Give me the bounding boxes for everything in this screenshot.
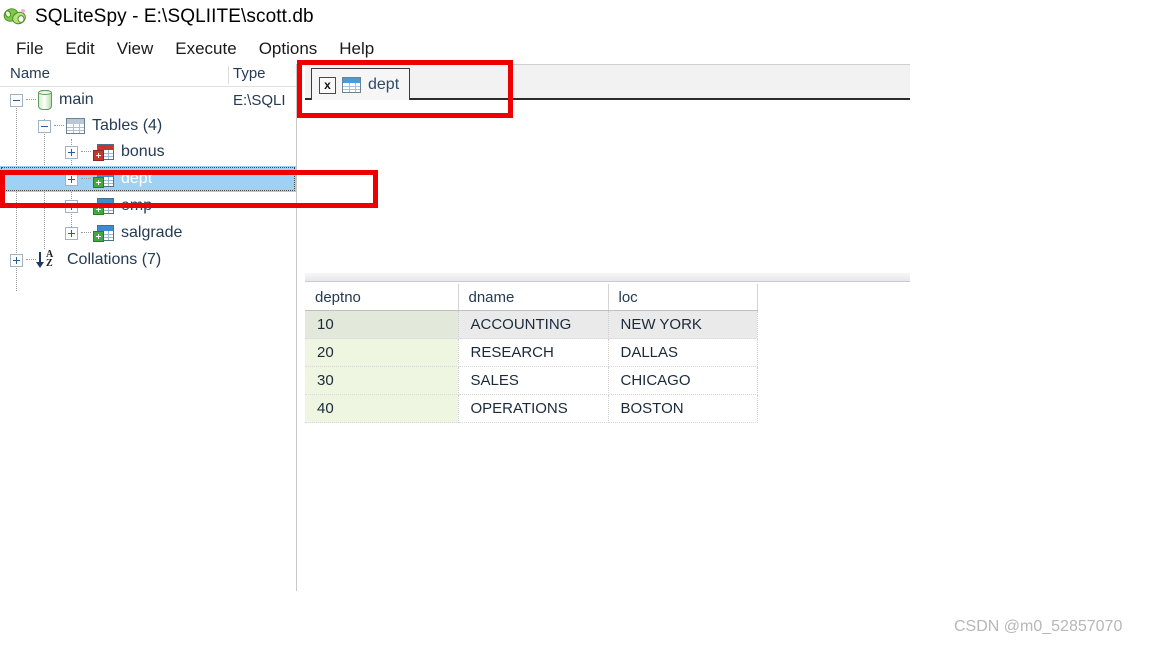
tree-node-label: salgrade (121, 224, 183, 241)
tree-node-label: main (59, 91, 94, 108)
table-green-icon (93, 224, 114, 242)
menu-bar: File Edit View Execute Options Help (0, 36, 1152, 62)
column-header-deptno[interactable]: deptno (305, 284, 459, 311)
tree-node-main[interactable]: main E:\SQLI (0, 87, 296, 113)
tree-node-type: E:\SQLI (233, 91, 286, 109)
menu-item-execute[interactable]: Execute (164, 38, 247, 60)
tree-connector-dots (26, 259, 36, 261)
cell-deptno[interactable]: 40 (305, 394, 459, 423)
expander-plus-icon[interactable] (65, 199, 78, 213)
cell-deptno[interactable]: 20 (305, 338, 459, 367)
cell-dname[interactable]: ACCOUNTING (458, 310, 609, 339)
tab-strip: x dept (305, 64, 910, 101)
editor-and-results-panel: x dept deptno dname loc 10 ACCOUNTING NE… (305, 64, 910, 591)
tree-node-bonus[interactable]: bonus (0, 139, 296, 165)
tree-connector-dots (81, 232, 91, 234)
tree-node-label: emp (121, 197, 153, 214)
cell-dname[interactable]: RESEARCH (458, 338, 609, 367)
tree-body: main E:\SQLI Tables (4) bonus dept emp s… (0, 87, 296, 591)
database-cylinder-icon (38, 90, 52, 110)
expander-plus-icon[interactable] (65, 226, 78, 240)
close-icon[interactable]: x (319, 76, 336, 94)
column-header-dname[interactable]: dname (458, 284, 609, 311)
tree-header-divider[interactable] (228, 66, 229, 84)
cell-deptno[interactable]: 10 (305, 310, 459, 339)
expander-plus-icon[interactable] (65, 172, 78, 186)
cell-loc[interactable]: CHICAGO (608, 366, 758, 395)
sqlitespy-logo-icon (3, 5, 29, 29)
expander-plus-icon[interactable] (10, 253, 23, 267)
tree-node-salgrade[interactable]: salgrade (0, 220, 296, 246)
cell-loc[interactable]: NEW YORK (608, 310, 758, 339)
title-bar: SQLiteSpy - E:\SQLIITE\scott.db (0, 0, 1152, 34)
expander-plus-icon[interactable] (65, 145, 78, 159)
tree-node-dept[interactable]: dept (0, 166, 296, 192)
table-red-icon (93, 143, 114, 161)
tree-connector-dots (26, 99, 36, 101)
tree-header-name[interactable]: Name (10, 65, 50, 82)
menu-item-file[interactable]: File (5, 38, 54, 60)
cell-dname[interactable]: SALES (458, 366, 609, 395)
tree-connector-dots (81, 205, 91, 207)
object-tree-panel: Name Type main E:\SQLI Tables (4) bonus … (0, 64, 297, 591)
menu-item-help[interactable]: Help (328, 38, 385, 60)
results-table: deptno dname loc 10 ACCOUNTING NEW YORK … (305, 284, 758, 423)
table-row[interactable]: 20 RESEARCH DALLAS (305, 338, 758, 367)
tree-connector-dots (81, 178, 91, 180)
table-row[interactable]: 30 SALES CHICAGO (305, 366, 758, 395)
app-window: SQLiteSpy - E:\SQLIITE\scott.db File Edi… (0, 0, 1152, 648)
results-header-row: deptno dname loc (305, 284, 758, 311)
sql-editor[interactable] (305, 100, 910, 272)
tree-node-label: Collations (7) (67, 251, 162, 268)
sort-az-icon: AZ (36, 250, 60, 269)
tree-node-emp[interactable]: emp (0, 193, 296, 219)
watermark: CSDN @m0_52857070 (954, 618, 1123, 635)
window-title: SQLiteSpy - E:\SQLIITE\scott.db (35, 6, 314, 27)
table-row[interactable]: 40 OPERATIONS BOSTON (305, 394, 758, 423)
table-grid-icon (342, 77, 361, 93)
table-row[interactable]: 10 ACCOUNTING NEW YORK (305, 310, 758, 339)
cell-dname[interactable]: OPERATIONS (458, 394, 609, 423)
results-grid[interactable]: deptno dname loc 10 ACCOUNTING NEW YORK … (305, 284, 910, 591)
tree-node-collations[interactable]: AZ Collations (7) (0, 247, 296, 273)
tree-column-header: Name Type (0, 64, 296, 87)
table-green-icon (93, 170, 114, 188)
tree-header-type[interactable]: Type (233, 65, 266, 82)
expander-minus-icon[interactable] (38, 119, 51, 133)
table-green-icon (93, 197, 114, 215)
expander-minus-icon[interactable] (10, 93, 23, 107)
cell-loc[interactable]: BOSTON (608, 394, 758, 423)
tree-connector-dots (54, 125, 64, 127)
column-header-loc[interactable]: loc (608, 284, 758, 311)
window-body: Name Type main E:\SQLI Tables (4) bonus … (0, 64, 910, 591)
tree-connector-dots (81, 151, 91, 153)
cell-loc[interactable]: DALLAS (608, 338, 758, 367)
tab-dept[interactable]: x dept (311, 68, 411, 101)
tables-folder-grid-icon (66, 118, 85, 134)
tree-node-tables[interactable]: Tables (4) (0, 113, 296, 139)
tab-label: dept (368, 76, 400, 93)
menu-item-options[interactable]: Options (248, 38, 329, 60)
tree-node-label: Tables (4) (92, 117, 163, 134)
tree-node-label: bonus (121, 143, 165, 160)
menu-item-edit[interactable]: Edit (54, 38, 105, 60)
cell-deptno[interactable]: 30 (305, 366, 459, 395)
editor-results-splitter[interactable] (305, 272, 910, 282)
menu-item-view[interactable]: View (106, 38, 165, 60)
tree-node-label: dept (121, 170, 153, 187)
